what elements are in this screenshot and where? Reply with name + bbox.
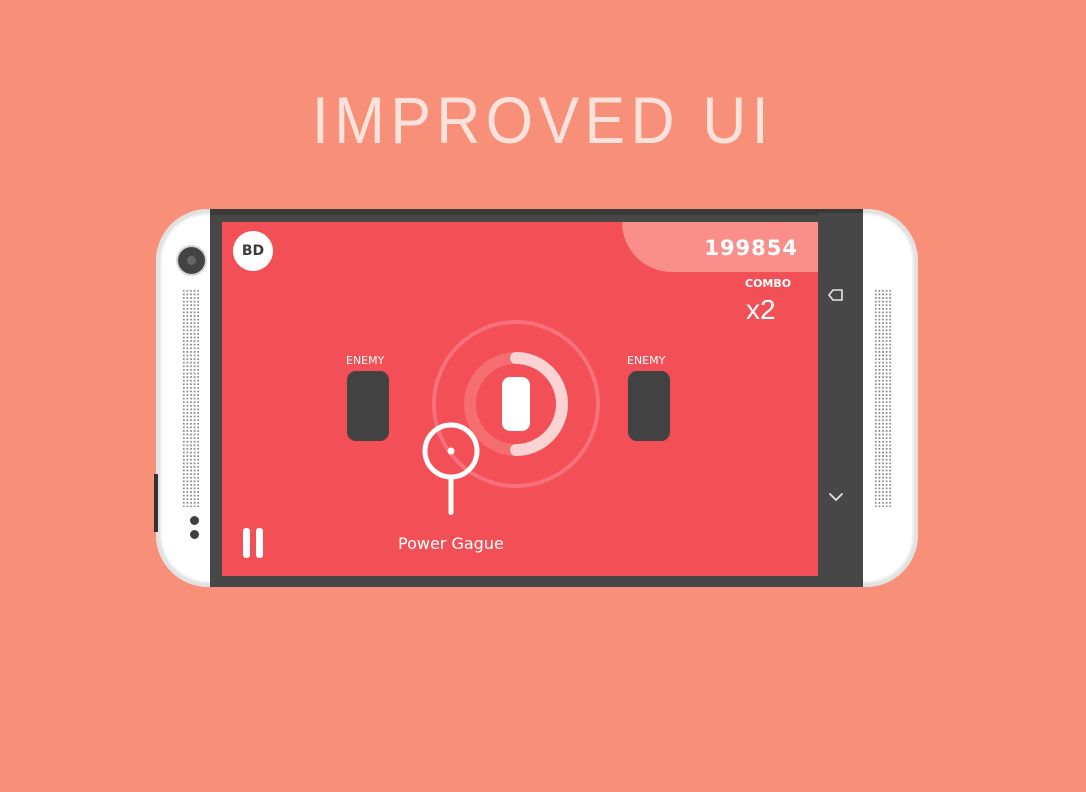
score: 199854 [704,236,798,260]
right-speaker-grille [874,289,892,507]
side-button [154,474,158,532]
sensor-dot [190,516,199,525]
camera-icon [178,247,205,274]
combo-value: x2 [746,294,776,325]
headline: IMPROVED UI [311,83,775,157]
chevron-down-icon[interactable] [828,491,844,503]
enemy-left[interactable] [347,371,389,441]
power-gauge-icon[interactable] [420,420,482,518]
back-arrow-icon[interactable] [828,288,844,302]
score-panel: 199854 [622,222,818,272]
android-nav-bar [818,213,863,583]
pause-button[interactable] [243,528,265,558]
enemy-label-left: ENEMY [346,354,385,367]
combo-label: COMBO [745,277,792,290]
bezel-top [210,209,863,215]
player-avatar[interactable]: BD [233,231,273,271]
left-speaker-grille [182,289,200,507]
game-screen[interactable]: 199854 BD COMBO x2 ENEMY ENEMY Power Gag… [222,222,818,576]
enemy-right[interactable] [628,371,670,441]
sensor-dot [190,530,199,539]
power-gauge-label: Power Gague [398,534,504,553]
enemy-label-right: ENEMY [627,354,666,367]
